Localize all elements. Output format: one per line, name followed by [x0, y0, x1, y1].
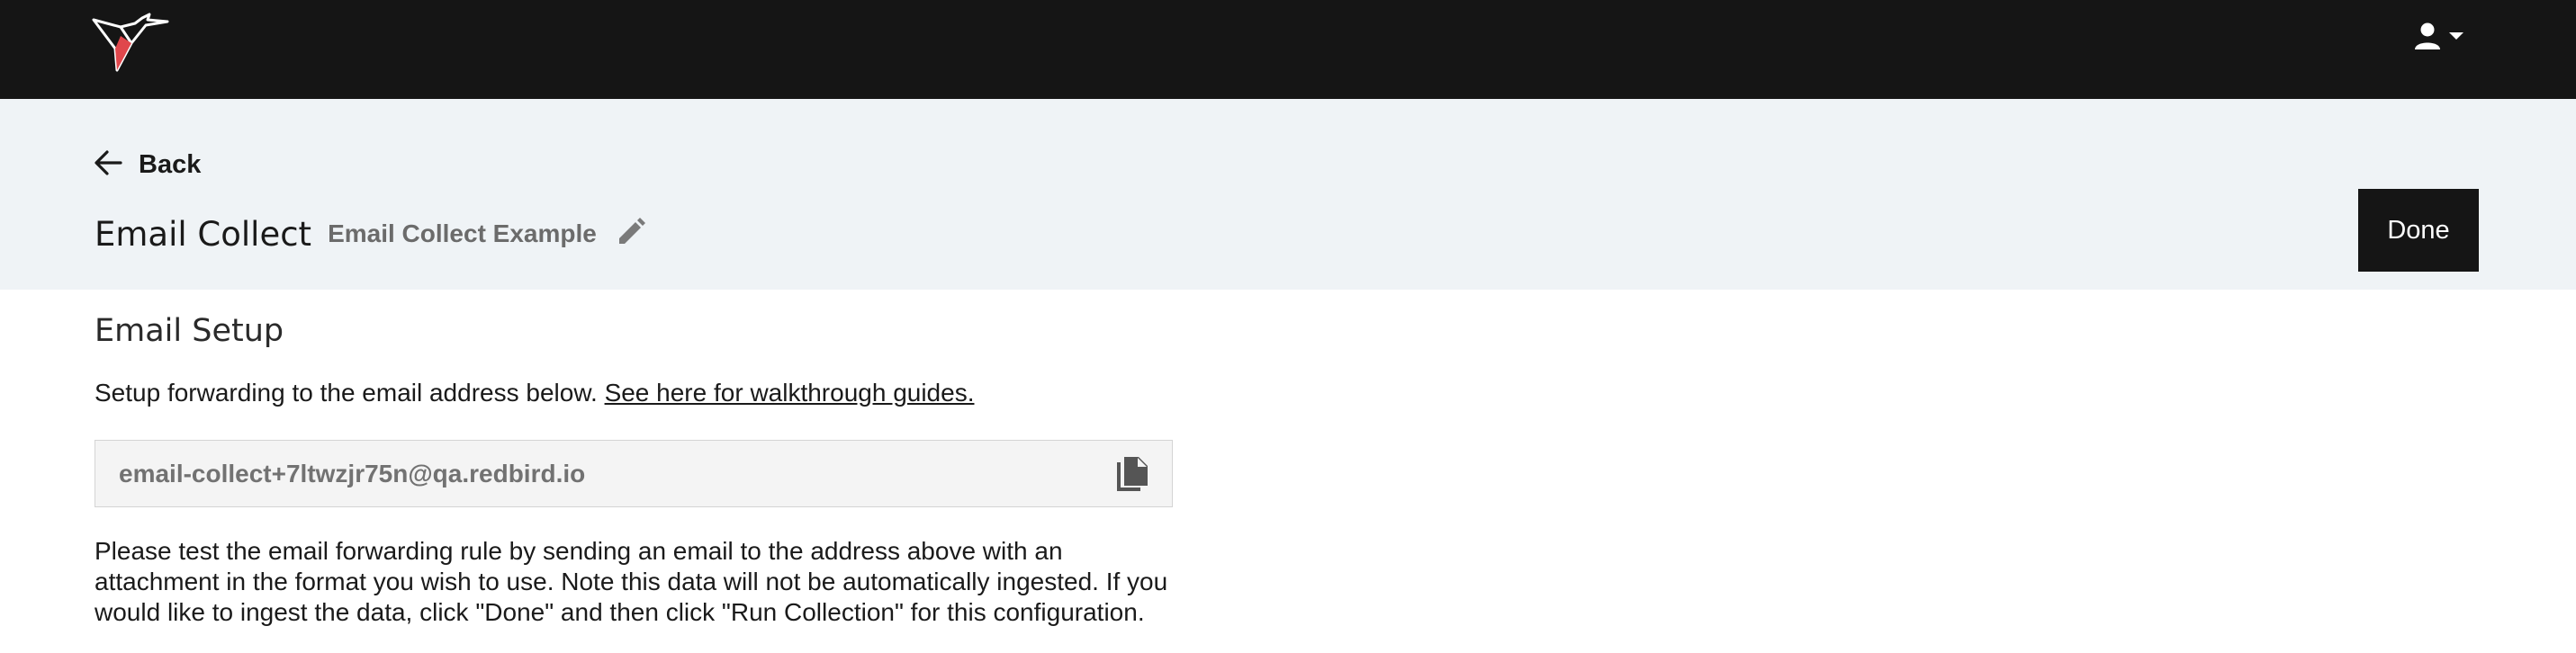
- page-title: Email Collect: [95, 214, 312, 254]
- done-button[interactable]: Done: [2358, 189, 2479, 272]
- forwarding-test-note: Please test the email forwarding rule by…: [95, 537, 1168, 626]
- email-address-value: email-collect+7ltwzjr75n@qa.redbird.io: [119, 460, 586, 488]
- back-label: Back: [139, 149, 202, 179]
- caret-down-icon: [2448, 30, 2464, 46]
- setup-instructions: Setup forwarding to the email address be…: [95, 379, 974, 407]
- walkthrough-guides-link[interactable]: See here for walkthrough guides.: [605, 379, 975, 407]
- top-bar: [0, 0, 2576, 99]
- pencil-icon: [616, 217, 646, 252]
- section-title: Email Setup: [95, 313, 284, 349]
- page-header: Back Email Collect Email Collect Example…: [0, 99, 2576, 290]
- user-icon: [2412, 21, 2443, 56]
- back-link[interactable]: Back: [94, 144, 201, 185]
- instruction-text: Setup forwarding to the email address be…: [95, 379, 605, 407]
- user-menu[interactable]: [2412, 20, 2473, 56]
- configuration-name: Email Collect Example: [328, 219, 597, 247]
- title-row: Email Collect Email Collect Example: [95, 207, 649, 261]
- edit-name-button[interactable]: [613, 216, 649, 252]
- copy-icon[interactable]: [1114, 455, 1150, 493]
- hummingbird-logo-icon[interactable]: [90, 13, 169, 74]
- email-address-field[interactable]: email-collect+7ltwzjr75n@qa.redbird.io: [95, 440, 1173, 507]
- arrow-left-icon: [94, 148, 122, 182]
